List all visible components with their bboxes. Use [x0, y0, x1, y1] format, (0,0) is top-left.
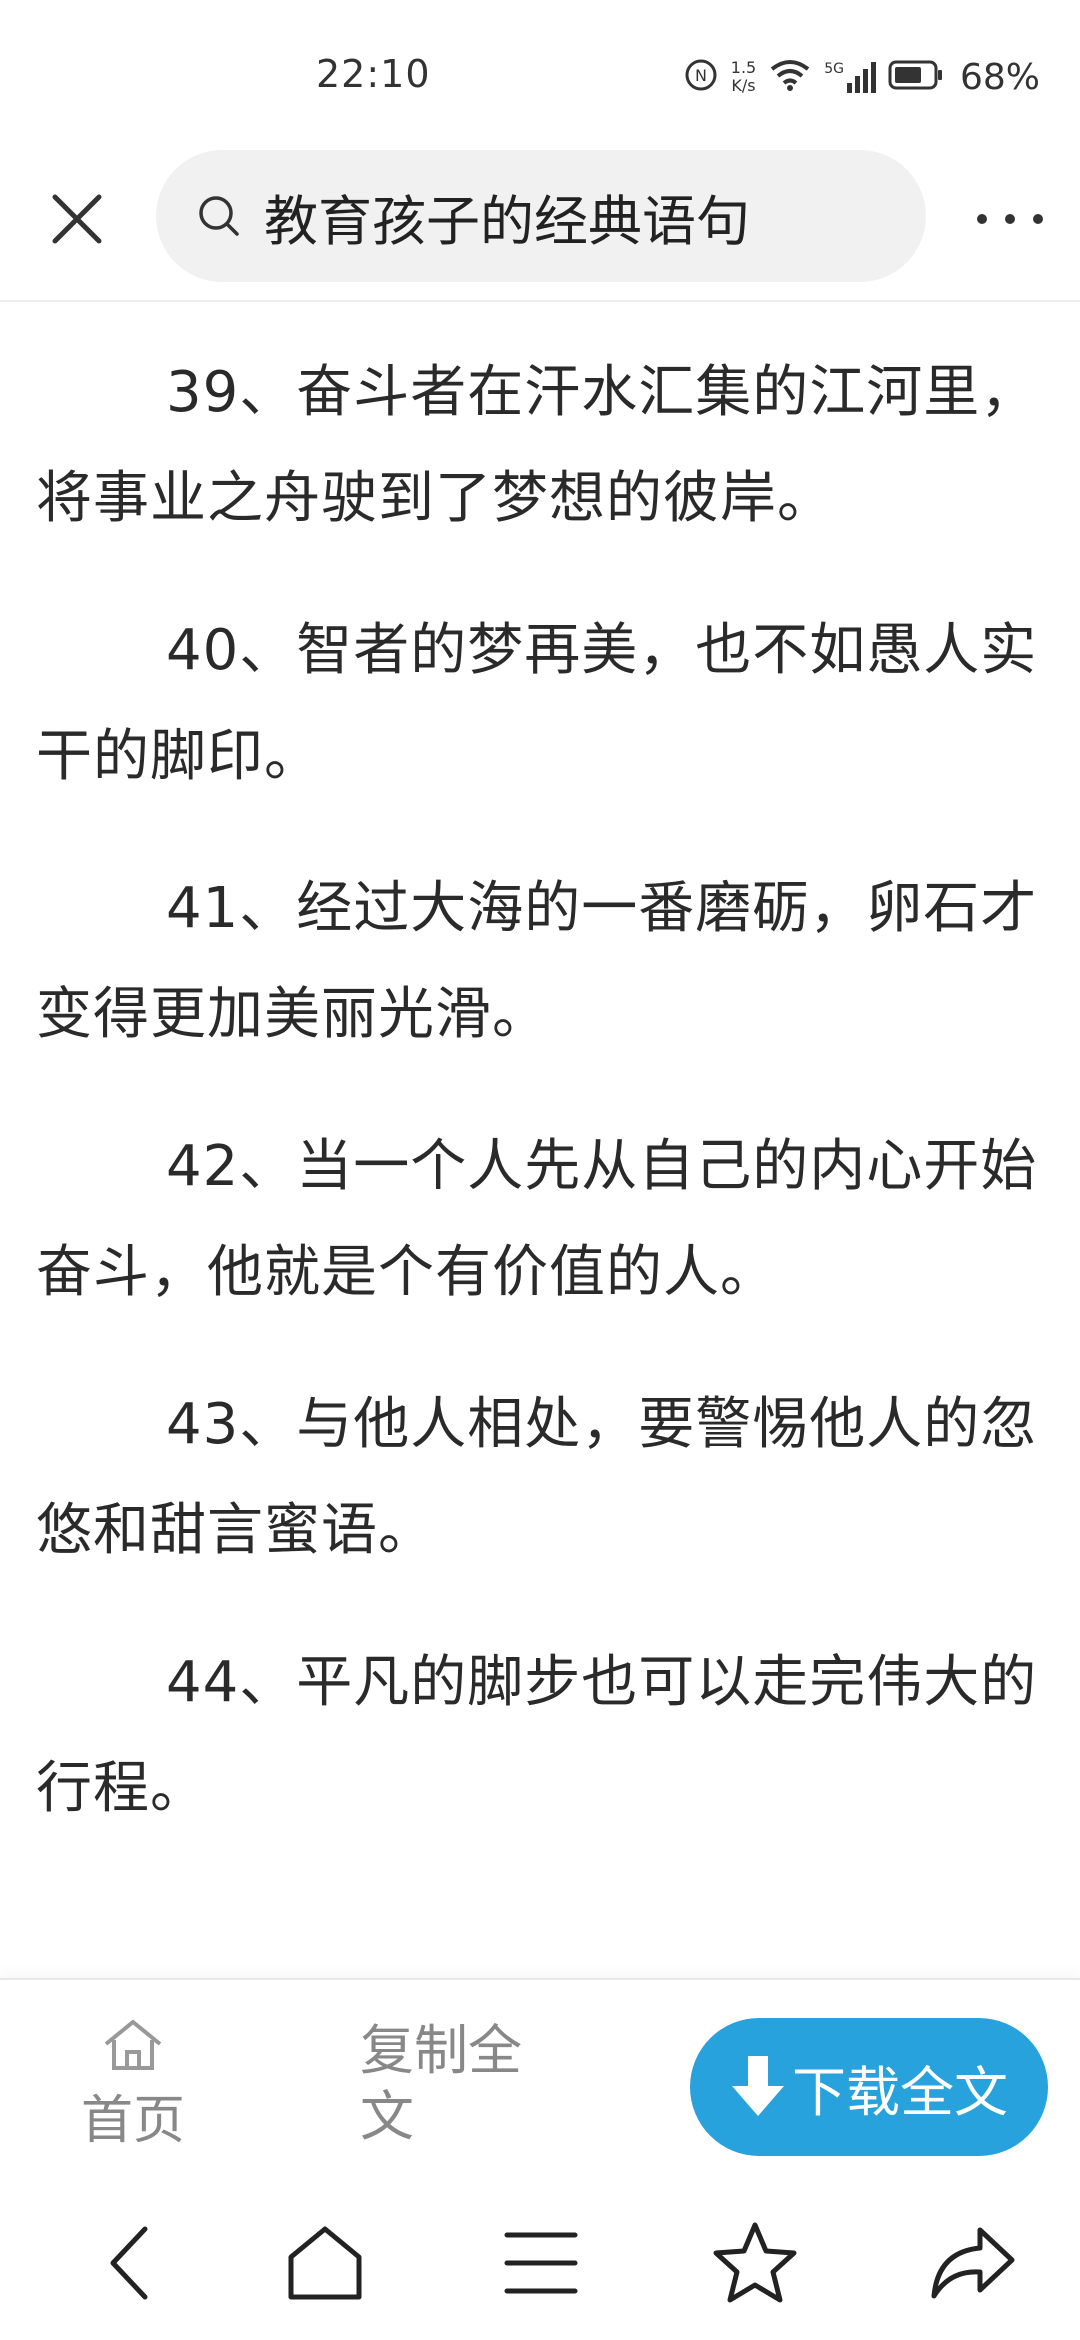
search-query: 教育孩子的经典语句	[264, 189, 750, 253]
download-label: 下载全文	[792, 2060, 1008, 2124]
download-arrow-icon	[732, 2056, 784, 2116]
cellular-signal-icon: 5G	[824, 61, 876, 93]
home-button[interactable]: 首页	[68, 2016, 198, 2166]
signal-label: 5G	[824, 61, 844, 77]
house-icon	[288, 2226, 362, 2300]
back-button[interactable]	[76, 2208, 186, 2318]
article-paragraph: 43、与他人相处，要警惕他人的忽悠和甜言蜜语。	[36, 1392, 1038, 1563]
search-icon	[199, 196, 239, 236]
home-label: 首页	[80, 2091, 185, 2151]
home-icon	[104, 2020, 162, 2070]
copy-full-text-button[interactable]: 复制全文	[360, 2018, 550, 2150]
search-bar[interactable]: 教育孩子的经典语句	[156, 150, 926, 282]
bookmark-button[interactable]	[700, 2208, 810, 2318]
close-button[interactable]	[40, 182, 114, 256]
top-bar: 教育孩子的经典语句	[0, 150, 1080, 302]
network-speed-value: 1.5	[730, 58, 757, 77]
article-paragraph: 42、当一个人先从自己的内心开始奋斗，他就是个有价值的人。	[36, 1134, 1038, 1305]
share-button[interactable]	[918, 2208, 1028, 2318]
data-saver-icon: N	[683, 57, 719, 97]
download-full-text-button[interactable]: 下载全文	[690, 2018, 1048, 2156]
close-icon	[52, 194, 102, 244]
article-body: 39、奋斗者在汗水汇集的江河里，将事业之舟驶到了梦想的彼岸。 40、智者的梦再美…	[36, 340, 1046, 1842]
status-time: 22:10	[316, 52, 431, 96]
menu-icon	[504, 2232, 578, 2294]
share-icon	[931, 2227, 1015, 2299]
article-paragraph: 44、平凡的脚步也可以走完伟大的行程。	[36, 1650, 1038, 1821]
status-indicators: N 1.5 K/s 5G 68%	[683, 52, 1040, 102]
article-paragraph: 41、经过大海的一番磨砺，卵石才变得更加美丽光滑。	[36, 876, 1038, 1047]
battery-percent: 68%	[959, 56, 1040, 98]
menu-button[interactable]	[486, 2208, 596, 2318]
more-button[interactable]	[968, 182, 1052, 256]
status-bar: 22:10 N 1.5 K/s 5G 68%	[0, 0, 1080, 150]
wifi-icon	[768, 57, 812, 97]
article-paragraph: 40、智者的梦再美，也不如愚人实干的脚印。	[36, 618, 1038, 789]
screen: 22:10 N 1.5 K/s 5G 68% 教育孩子的经典语句 39、奋斗者在…	[0, 0, 1080, 2340]
network-speed: 1.5 K/s	[731, 59, 756, 95]
browser-home-button[interactable]	[270, 2208, 380, 2318]
back-icon	[110, 2226, 148, 2300]
svg-text:N: N	[695, 66, 707, 85]
network-speed-unit: K/s	[731, 76, 756, 95]
system-nav-bar	[0, 2178, 1080, 2340]
more-icon	[977, 214, 1043, 224]
article-action-bar: 首页 复制全文 下载全文	[0, 1978, 1080, 2178]
battery-icon	[888, 60, 944, 94]
article-paragraph: 39、奋斗者在汗水汇集的江河里，将事业之舟驶到了梦想的彼岸。	[36, 360, 1038, 531]
star-icon	[713, 2222, 797, 2303]
